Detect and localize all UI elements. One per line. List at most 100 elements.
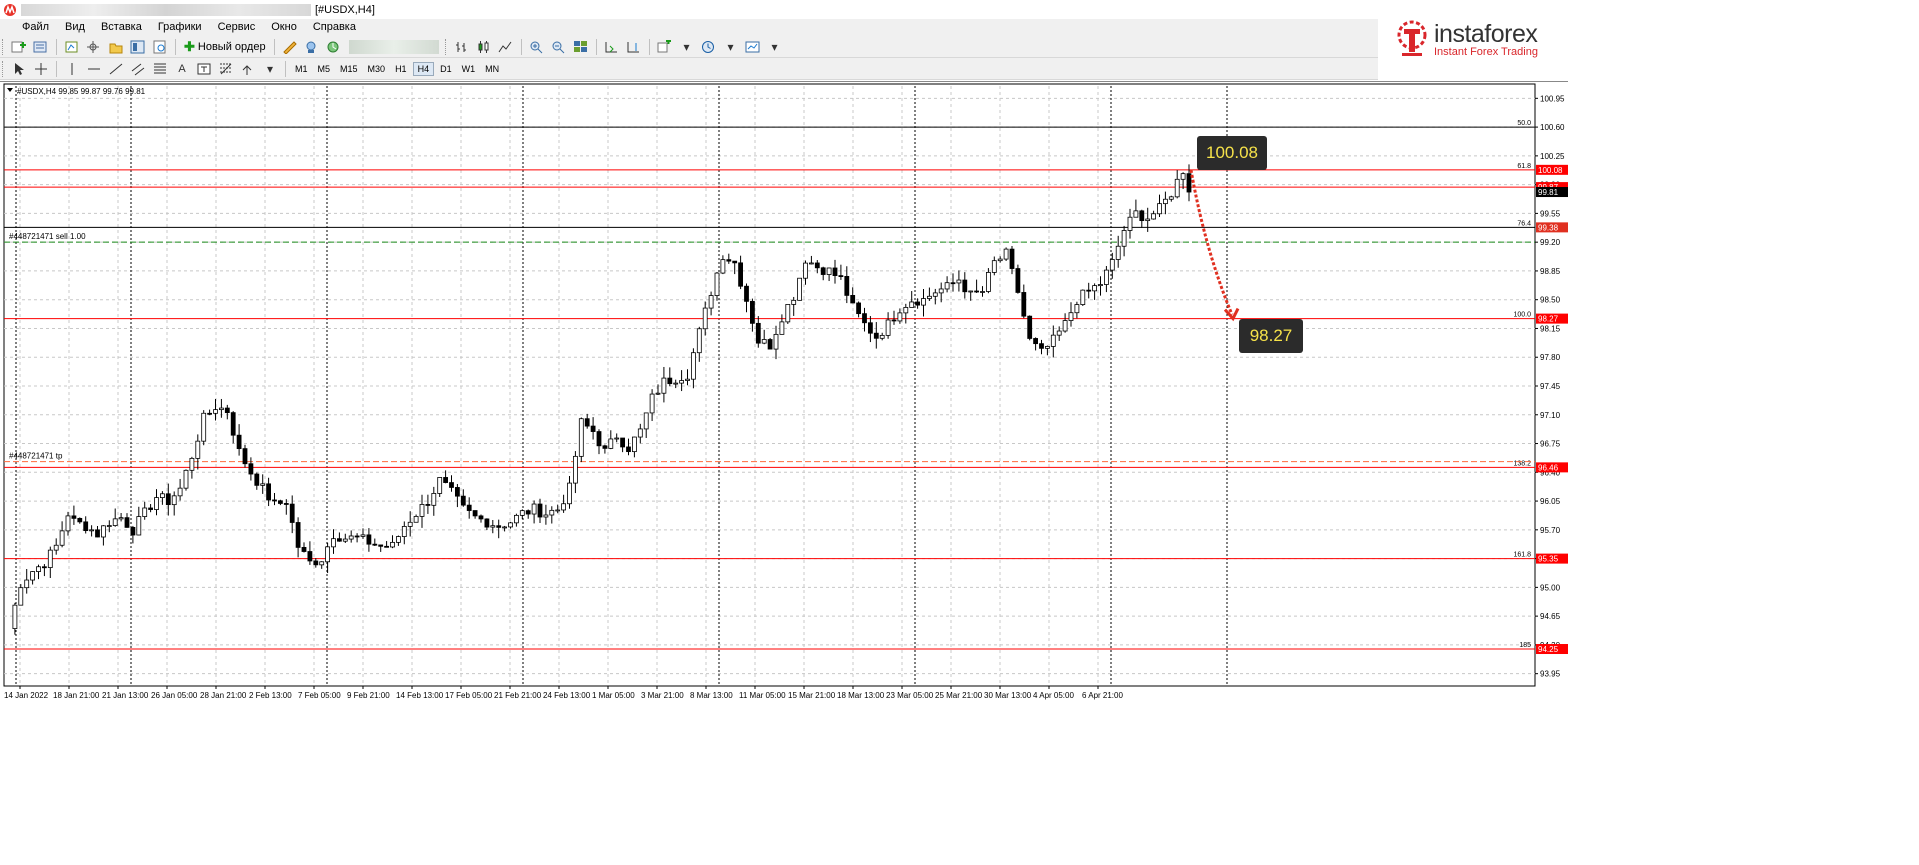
periods-clock-icon[interactable] <box>699 38 719 56</box>
trendline-icon[interactable] <box>106 60 126 78</box>
candle-body <box>980 291 985 293</box>
x-axis-tick-label: 4 Apr 05:00 <box>1033 691 1074 700</box>
x-axis-tick-label: 1 Mar 05:00 <box>592 691 635 700</box>
candle-body <box>950 282 956 285</box>
y-axis-tick-label: 100.60 <box>1540 123 1565 132</box>
candle-body <box>478 515 484 520</box>
timeframe-m5[interactable]: M5 <box>314 63 335 75</box>
candle-body <box>614 437 620 440</box>
signals-icon[interactable] <box>302 38 322 56</box>
fib-level-label: 100.0 <box>1513 312 1531 319</box>
window-titlebar: [#USDX,H4] <box>0 0 1568 19</box>
candle-body <box>336 538 342 542</box>
menu-tools[interactable]: Сервис <box>210 19 264 36</box>
candle-body <box>691 352 696 380</box>
candle-body <box>419 504 425 517</box>
horizontal-line-icon[interactable] <box>84 60 104 78</box>
timeframe-h4[interactable]: H4 <box>412 61 435 76</box>
candle-body <box>1033 338 1038 345</box>
candle-body <box>1080 289 1086 305</box>
candle-body <box>702 307 708 330</box>
fibonacci-retracement-icon[interactable] <box>216 60 236 78</box>
candle-body <box>1039 343 1044 349</box>
fibonacci-icon[interactable] <box>150 60 170 78</box>
terminal-icon[interactable] <box>128 38 148 56</box>
timeframe-h1[interactable]: H1 <box>391 63 411 75</box>
crosshair-icon[interactable] <box>31 60 51 78</box>
candle-body <box>879 334 885 339</box>
dropdown-arrow-icon[interactable]: ▾ <box>721 38 741 56</box>
candle-body <box>596 431 602 447</box>
chart-shift-icon[interactable] <box>624 38 644 56</box>
candle-body <box>1157 203 1162 215</box>
timeframe-mn[interactable]: MN <box>481 63 503 75</box>
candle-body <box>1109 259 1115 271</box>
fib-level-label: 185 <box>1519 642 1531 649</box>
candle-body <box>248 463 254 475</box>
candle-body <box>1074 304 1080 314</box>
timeframe-m15[interactable]: M15 <box>336 63 362 75</box>
new-order-button[interactable]: ✚ Новый ордер <box>180 39 270 55</box>
y-axis-tick-label: 95.70 <box>1540 526 1561 535</box>
toolbar-separator <box>520 38 522 55</box>
candlestick-chart-icon[interactable] <box>474 38 494 56</box>
candle-body <box>785 304 791 323</box>
toolbar-grip[interactable] <box>2 38 5 55</box>
vertical-line-icon[interactable] <box>62 60 82 78</box>
timeframe-d1[interactable]: D1 <box>436 63 456 75</box>
tile-windows-icon[interactable] <box>571 38 591 56</box>
autotrading-icon[interactable] <box>324 38 344 56</box>
dropdown-arrow-icon[interactable]: ▾ <box>765 38 785 56</box>
menu-view[interactable]: Вид <box>57 19 93 36</box>
cursor-icon[interactable] <box>9 60 29 78</box>
candle-body <box>77 517 83 523</box>
menu-charts[interactable]: Графики <box>150 19 210 36</box>
zoom-in-icon[interactable] <box>527 38 547 56</box>
equidistant-channel-icon[interactable] <box>128 60 148 78</box>
market-watch-icon[interactable] <box>62 38 82 56</box>
zoom-out-icon[interactable] <box>549 38 569 56</box>
arrows-icon[interactable] <box>238 60 258 78</box>
metaeditor-icon[interactable] <box>280 38 300 56</box>
menu-file[interactable]: Файл <box>14 19 57 36</box>
candle-body <box>490 525 496 528</box>
templates-icon[interactable] <box>743 38 763 56</box>
candlestick-chart[interactable]: 100.95100.60100.2599.9099.5599.2098.8598… <box>0 82 1568 707</box>
menu-help[interactable]: Справка <box>305 19 364 36</box>
candle-body <box>1092 285 1097 292</box>
profiles-icon[interactable] <box>31 38 51 56</box>
candle-body <box>1062 320 1068 332</box>
candle-body <box>826 267 832 275</box>
candle-body <box>242 448 248 465</box>
auto-scroll-icon[interactable] <box>602 38 622 56</box>
menu-window[interactable]: Окно <box>263 19 305 36</box>
candle-body <box>201 412 207 442</box>
indicators-icon[interactable] <box>655 38 675 56</box>
new-chart-icon[interactable] <box>9 38 29 56</box>
bar-chart-icon[interactable] <box>452 38 472 56</box>
line-chart-icon[interactable] <box>496 38 516 56</box>
candle-body <box>679 380 684 384</box>
candle-body <box>903 307 909 314</box>
menu-insert[interactable]: Вставка <box>93 19 150 36</box>
strategy-tester-icon[interactable] <box>150 38 170 56</box>
timeframe-w1[interactable]: W1 <box>458 63 480 75</box>
toolbar-grip[interactable] <box>444 38 448 55</box>
candle-body <box>1021 292 1027 317</box>
data-window-icon[interactable] <box>84 38 104 56</box>
dropdown-arrow-icon[interactable]: ▾ <box>677 38 697 56</box>
timeframe-m30[interactable]: M30 <box>364 63 390 75</box>
timeframe-m1[interactable]: M1 <box>291 63 312 75</box>
current-price-label: 99.81 <box>1538 188 1559 197</box>
instaforex-logo-mark <box>1397 20 1427 56</box>
text-label-icon[interactable] <box>194 60 214 78</box>
candle-body <box>732 260 738 264</box>
chart-window[interactable]: 100.95100.60100.2599.9099.5599.2098.8598… <box>0 81 1568 706</box>
toolbar-grip[interactable] <box>2 60 5 77</box>
text-icon[interactable]: A <box>172 60 192 78</box>
dropdown-arrow-icon[interactable]: ▾ <box>260 60 280 78</box>
fib-level-label: 50.0 <box>1517 120 1531 127</box>
navigator-icon[interactable] <box>106 38 126 56</box>
candle-body <box>254 473 260 486</box>
y-axis-tick-label: 93.95 <box>1540 670 1561 679</box>
